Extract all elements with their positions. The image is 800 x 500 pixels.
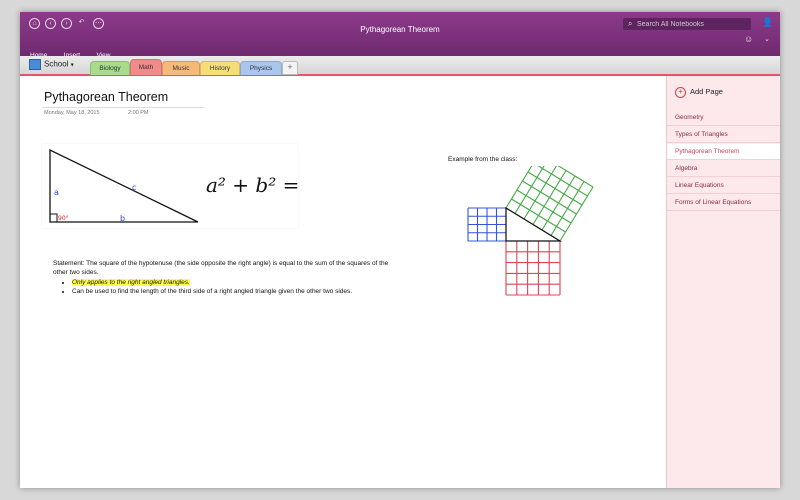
- bullet-list[interactable]: Only applies to the right angled triangl…: [58, 278, 422, 296]
- notebook-selector[interactable]: School ▾: [29, 59, 74, 71]
- highlighted-text: Only applies to the right angled triangl…: [72, 279, 190, 286]
- pythagorean-squares-drawing[interactable]: [440, 153, 600, 316]
- add-page-button[interactable]: + Add Page: [675, 87, 723, 98]
- tab-math[interactable]: Math: [130, 59, 162, 75]
- example-label: Example from the class:: [448, 156, 518, 163]
- page-item-forms-of-linear-equations[interactable]: Forms of Linear Equations: [667, 195, 780, 211]
- page-item-algebra[interactable]: Algebra: [667, 161, 780, 177]
- statement-text[interactable]: Statement: The square of the hypotenuse …: [53, 259, 403, 277]
- page-title[interactable]: Pythagorean Theorem: [44, 90, 168, 104]
- blue-square-a: [467, 207, 507, 242]
- add-section-button[interactable]: +: [282, 61, 298, 75]
- add-user-icon[interactable]: 👤: [762, 17, 773, 28]
- tab-label: Physics: [249, 65, 273, 72]
- tab-music[interactable]: Music: [162, 61, 200, 75]
- section-tab-bar: School ▾ Biology Math Music History Phys…: [20, 56, 780, 76]
- triangle-svg: a c b 90° a² + b² = c²: [49, 148, 325, 223]
- smiley-icon[interactable]: ☺: [744, 34, 753, 44]
- pythagorean-formula: a² + b² = c²: [206, 173, 298, 197]
- page-item-types-of-triangles[interactable]: Types of Triangles: [667, 127, 780, 143]
- page-time: 2:00 PM: [128, 110, 149, 116]
- onenote-window: ⌂ ‹ › ↶ ⋯ Pythagorean Theorem ⌕ 👤 ☺ ⌄ Ho…: [20, 12, 780, 488]
- bullet-item[interactable]: Can be used to find the length of the th…: [72, 287, 422, 296]
- page-date: Monday, May 18, 2015: [44, 110, 100, 116]
- tab-history[interactable]: History: [200, 61, 240, 75]
- search-input[interactable]: [637, 19, 747, 29]
- notebook-icon: [29, 59, 41, 70]
- squares-svg: [467, 153, 594, 296]
- search-icon: ⌕: [628, 19, 633, 28]
- title-bar: ⌂ ‹ › ↶ ⋯ Pythagorean Theorem ⌕ 👤 ☺ ⌄ Ho…: [20, 12, 780, 59]
- page-item-linear-equations[interactable]: Linear Equations: [667, 178, 780, 194]
- add-page-label: Add Page: [690, 87, 723, 96]
- plus-icon: +: [675, 87, 686, 98]
- triangle-drawing[interactable]: a c b 90° a² + b² = c²: [42, 144, 325, 228]
- side-a-label: a: [54, 188, 59, 197]
- side-c-label: c: [132, 183, 136, 192]
- search-box[interactable]: ⌕: [623, 18, 751, 30]
- page-item-pythagorean-theorem[interactable]: Pythagorean Theorem: [667, 144, 780, 160]
- right-angle-mark: [50, 213, 58, 222]
- chevron-down-icon[interactable]: ⌄: [764, 35, 770, 43]
- title-divider: [42, 107, 204, 108]
- red-square-b: [505, 240, 561, 296]
- tab-label: Music: [172, 65, 190, 72]
- page-list-sidebar: + Add Page Geometry Types of Triangles Py…: [666, 76, 780, 488]
- tab-biology[interactable]: Biology: [90, 61, 130, 75]
- page-canvas[interactable]: Pythagorean Theorem Monday, May 18, 2015…: [20, 76, 666, 488]
- side-b-label: b: [120, 214, 125, 223]
- tab-physics[interactable]: Physics: [240, 61, 282, 75]
- angle-label: 90°: [58, 215, 69, 222]
- page-item-geometry[interactable]: Geometry: [667, 110, 780, 126]
- green-square-c: [505, 153, 594, 242]
- notebook-name: School: [44, 59, 69, 69]
- right-triangle: [49, 148, 199, 223]
- tab-label: Math: [138, 64, 154, 71]
- tab-label: Biology: [99, 65, 121, 72]
- bullet-item[interactable]: Only applies to the right angled triangl…: [72, 278, 422, 287]
- caret-down-icon: ▾: [70, 62, 74, 69]
- tab-label: History: [209, 65, 231, 72]
